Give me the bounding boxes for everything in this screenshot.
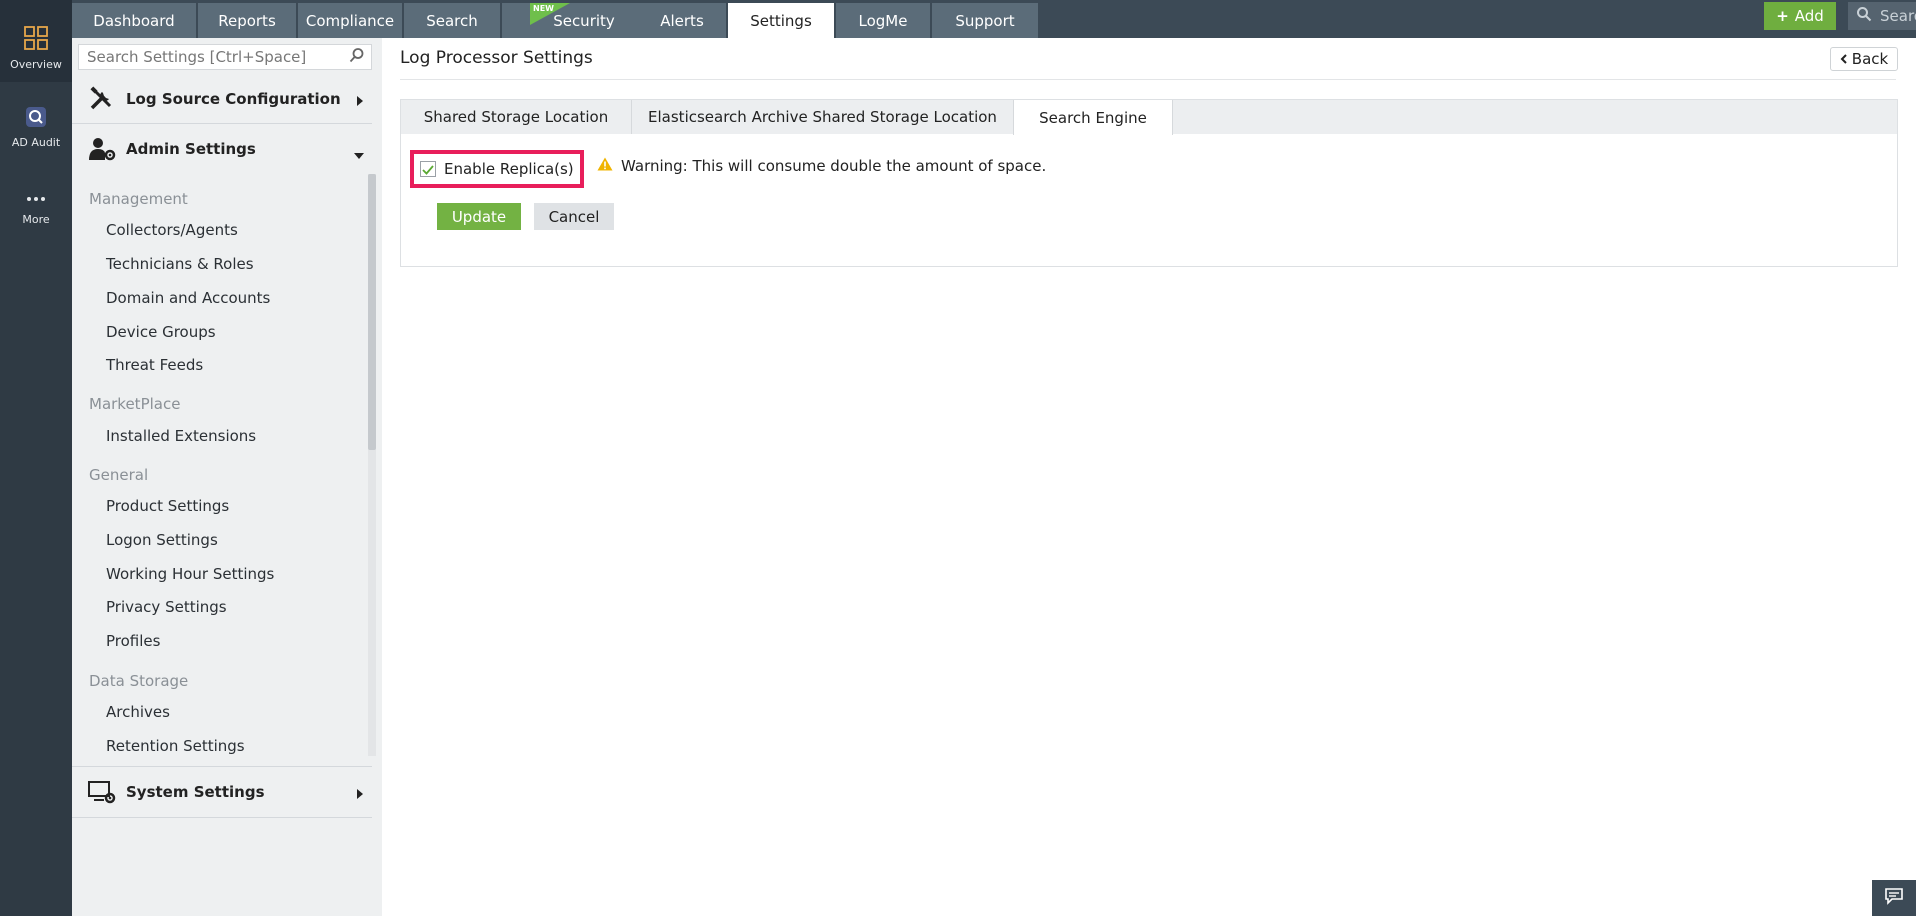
back-button[interactable]: Back [1830, 47, 1898, 71]
section-divider [72, 123, 372, 124]
page-title: Log Processor Settings [400, 48, 593, 68]
settings-tab-panel: Shared Storage Location Elasticsearch Ar… [400, 99, 1898, 267]
tab-strip: Shared Storage Location Elasticsearch Ar… [401, 100, 1897, 135]
menu-link-logon-settings[interactable]: Logon Settings [106, 531, 218, 549]
section-system-settings[interactable]: System Settings [72, 769, 372, 815]
nav-tab-reports[interactable]: Reports [198, 3, 296, 38]
rail-label-ad-audit: AD Audit [11, 136, 61, 149]
menu-link-domain-accounts[interactable]: Domain and Accounts [106, 289, 270, 307]
menu-link-profiles[interactable]: Profiles [106, 632, 160, 650]
warning-text: Warning: This will consume double the am… [621, 156, 1047, 175]
group-label-general: General [89, 466, 149, 484]
back-button-label: Back [1851, 50, 1889, 68]
nav-tab-label: Dashboard [93, 11, 175, 30]
menu-link-device-groups[interactable]: Device Groups [106, 323, 216, 341]
nav-tab-security-lead [502, 3, 530, 38]
tab-label: Elasticsearch Archive Shared Storage Loc… [648, 108, 997, 126]
rail-item-overview[interactable]: Overview [0, 0, 72, 82]
nav-tab-settings[interactable]: Settings [728, 3, 834, 38]
caret-right-icon [356, 785, 364, 803]
caret-down-icon [354, 146, 364, 164]
nav-tab-label: LogMe [858, 11, 908, 30]
chevron-left-icon [1840, 50, 1847, 68]
more-icon [0, 190, 72, 209]
admin-gear-icon [88, 134, 118, 164]
search-icon [1856, 6, 1872, 26]
tab-elasticsearch-archive-shared-storage[interactable]: Elasticsearch Archive Shared Storage Loc… [632, 100, 1014, 134]
tab-search-engine[interactable]: Search Engine [1013, 100, 1173, 135]
section-label: Log Source Configuration [126, 90, 341, 108]
menu-link-threat-feeds[interactable]: Threat Feeds [106, 356, 203, 374]
warning-icon [597, 156, 613, 175]
nav-tab-label: Support [955, 11, 1015, 30]
nav-tab-support[interactable]: Support [932, 3, 1038, 38]
sidebar-scrollbar-thumb[interactable] [368, 174, 376, 450]
menu-link-technicians-roles[interactable]: Technicians & Roles [106, 255, 254, 273]
settings-sidebar: Search Settings [Ctrl+Space] Log Source … [72, 38, 382, 916]
nav-tab-label: Settings [750, 11, 812, 30]
section-label: System Settings [126, 783, 265, 801]
ad-audit-icon [0, 106, 72, 132]
plus-icon: + [1776, 7, 1789, 25]
update-button[interactable]: Update [437, 203, 521, 230]
nav-tab-dashboard[interactable]: Dashboard [72, 3, 196, 38]
rail-label-overview: Overview [10, 58, 62, 71]
group-label-marketplace: MarketPlace [89, 395, 181, 413]
nav-tab-label: Search [426, 11, 478, 30]
section-label: Admin Settings [126, 140, 256, 158]
menu-link-installed-extensions[interactable]: Installed Extensions [106, 427, 256, 445]
nav-tab-label: Alerts [660, 11, 704, 30]
chat-button[interactable] [1872, 880, 1916, 916]
rail-item-more[interactable]: More [0, 190, 72, 226]
caret-right-icon [356, 92, 364, 110]
nav-tab-search[interactable]: Search [404, 3, 500, 38]
tools-icon [88, 84, 118, 114]
nav-tab-label: Compliance [305, 11, 395, 30]
checkmark-icon [422, 160, 434, 179]
enable-replica-checkbox[interactable] [420, 161, 436, 177]
monitor-gear-icon [88, 777, 118, 807]
grid-icon [0, 26, 72, 54]
section-divider [72, 766, 372, 767]
cancel-button[interactable]: Cancel [534, 203, 614, 230]
menu-link-privacy-settings[interactable]: Privacy Settings [106, 598, 227, 616]
global-search-placeholder: Search [1880, 7, 1916, 25]
section-divider [72, 817, 372, 818]
menu-link-working-hour-settings[interactable]: Working Hour Settings [106, 565, 274, 583]
section-log-source-configuration[interactable]: Log Source Configuration [72, 76, 372, 122]
settings-search-placeholder: Search Settings [Ctrl+Space] [87, 48, 307, 66]
menu-link-product-settings[interactable]: Product Settings [106, 497, 229, 515]
new-badge-text: NEW [533, 4, 554, 13]
nav-tab-compliance[interactable]: Compliance [298, 3, 402, 38]
tab-shared-storage-location[interactable]: Shared Storage Location [401, 100, 632, 134]
title-divider [400, 79, 1896, 80]
main-content: Log Processor Settings Back Shared Stora… [382, 38, 1916, 916]
rail-label-more: More [22, 213, 50, 226]
section-admin-settings[interactable]: Admin Settings [72, 126, 372, 172]
menu-link-archives[interactable]: Archives [106, 703, 170, 721]
menu-link-retention-settings[interactable]: Retention Settings [106, 737, 245, 755]
tab-label: Shared Storage Location [423, 108, 609, 126]
group-label-management: Management [89, 190, 188, 208]
enable-replica-highlight: Enable Replica(s) [410, 150, 584, 188]
group-label-data-storage: Data Storage [89, 672, 189, 690]
nav-tab-logme[interactable]: LogMe [836, 3, 930, 38]
rail-item-ad-audit[interactable]: AD Audit [0, 106, 72, 149]
settings-search-input[interactable]: Search Settings [Ctrl+Space] [78, 44, 372, 70]
nav-tab-label: Reports [218, 11, 276, 30]
top-nav: Dashboard Reports Compliance Search Secu… [72, 0, 1916, 38]
menu-link-collectors-agents[interactable]: Collectors/Agents [106, 221, 238, 239]
chat-icon [1884, 887, 1904, 909]
global-search-input[interactable]: Search [1848, 2, 1916, 30]
add-button-label: Add [1794, 7, 1824, 25]
left-rail: Overview AD Audit More [0, 0, 72, 916]
warning-message: Warning: This will consume double the am… [597, 156, 1046, 175]
search-icon [349, 47, 365, 67]
enable-replica-label[interactable]: Enable Replica(s) [444, 160, 574, 178]
tab-label: Search Engine [1039, 108, 1147, 127]
nav-tab-alerts[interactable]: Alerts [638, 3, 726, 38]
add-button[interactable]: + Add [1764, 2, 1836, 30]
